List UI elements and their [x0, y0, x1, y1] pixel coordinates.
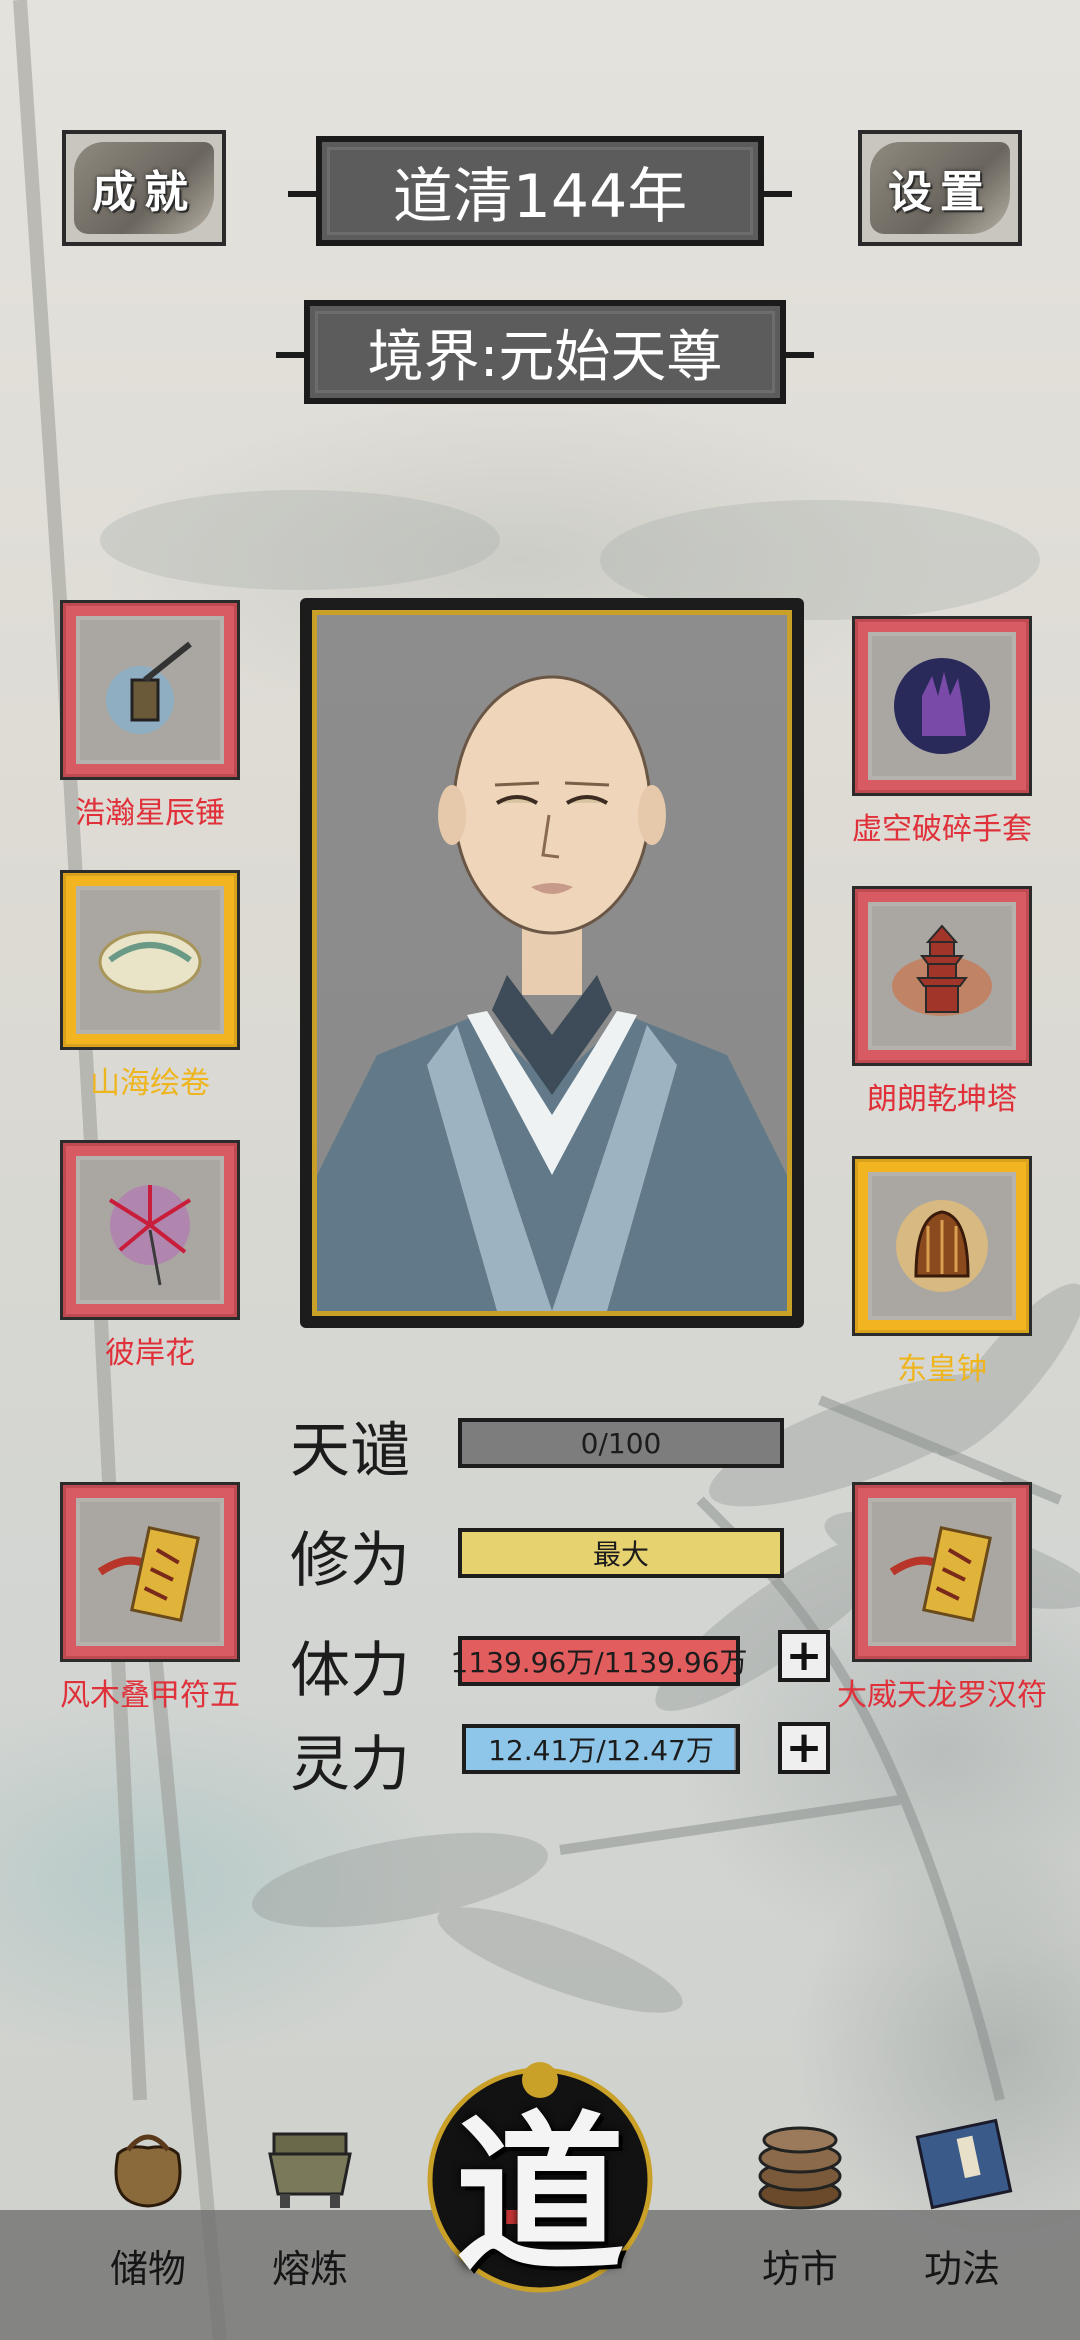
nav-techniques[interactable]: 功法 — [892, 2114, 1032, 2293]
scroll-icon — [98, 930, 202, 994]
character-portrait-frame — [300, 598, 804, 1328]
stamina-plus-button[interactable]: + — [778, 1630, 830, 1682]
equip-slot-left-2[interactable]: 山海绘卷 — [60, 870, 240, 1102]
nav-dao-center-button[interactable]: 道 — [420, 2060, 660, 2300]
talisman-icon — [97, 1525, 200, 1623]
character-portrait — [312, 610, 792, 1316]
talisman-icon — [889, 1525, 992, 1623]
stat-label-tribulation: 天谴 — [290, 1416, 410, 1486]
nav-storage[interactable]: 储物 — [78, 2114, 218, 2293]
equip-slot-left-1[interactable]: 浩瀚星辰锤 — [60, 600, 240, 832]
realm-title: 境界:元始天尊 — [367, 324, 723, 390]
cultivation-bar: 最大 — [458, 1528, 784, 1578]
spirit-plus-button[interactable]: + — [778, 1722, 830, 1774]
equip-slot-left-3[interactable]: 彼岸花 — [60, 1140, 240, 1372]
settings-button[interactable]: 设置 — [858, 130, 1022, 246]
stat-label-cultivation: 修为 — [290, 1526, 410, 1596]
equip-slot-right-1[interactable]: 虚空破碎手套 — [852, 616, 1032, 848]
cauldron-icon — [250, 2114, 370, 2234]
nav-smelting[interactable]: 熔炼 — [240, 2114, 380, 2293]
year-plaque: 道清144年 — [288, 136, 792, 246]
stat-label-stamina: 体力 — [290, 1636, 410, 1706]
star-hammer-icon — [106, 641, 192, 734]
equip-slot-left-4[interactable]: 风木叠甲符五 — [60, 1482, 240, 1714]
bell-icon — [896, 1200, 988, 1292]
tribulation-bar: 0/100 — [458, 1418, 784, 1468]
plus-icon: + — [785, 1722, 823, 1773]
nav-market[interactable]: 坊市 — [730, 2114, 870, 2293]
coins-icon — [740, 2114, 860, 2234]
achievement-button[interactable]: 成就 — [62, 130, 226, 246]
equip-slot-right-3[interactable]: 东皇钟 — [852, 1156, 1032, 1388]
bag-icon — [88, 2114, 208, 2234]
plus-icon: + — [785, 1630, 823, 1681]
book-icon — [902, 2114, 1022, 2234]
realm-plaque: 境界:元始天尊 — [276, 300, 814, 404]
spirit-bar: 12.41万/12.47万 — [462, 1724, 740, 1774]
equip-slot-right-4[interactable]: 大威天龙罗汉符 — [837, 1482, 1047, 1714]
equip-slot-right-2[interactable]: 朗朗乾坤塔 — [852, 886, 1032, 1118]
void-glove-icon — [894, 658, 990, 754]
stat-label-spirit: 灵力 — [290, 1730, 410, 1800]
spider-lily-icon — [108, 1185, 192, 1286]
year-title: 道清144年 — [392, 161, 688, 232]
pagoda-icon — [892, 924, 992, 1016]
stamina-bar: 1139.96万/1139.96万 — [451, 1636, 748, 1686]
